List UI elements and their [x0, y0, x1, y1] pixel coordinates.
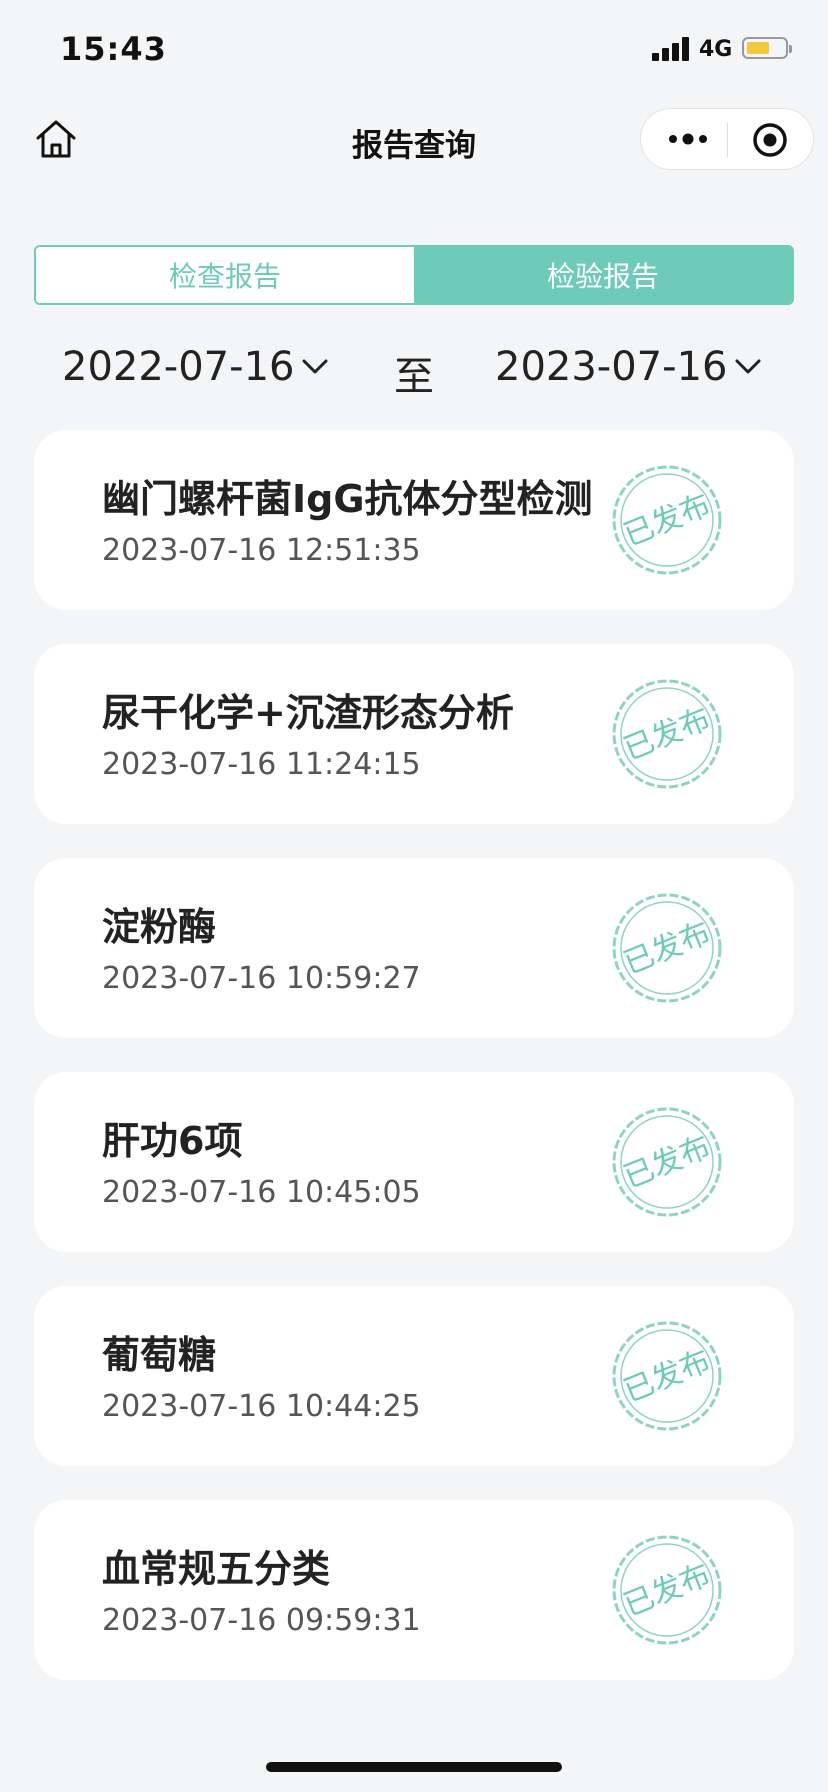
stamp-text: 已发布	[619, 701, 716, 767]
start-date-value: 2022-07-16	[62, 344, 295, 390]
report-time: 2023-07-16 12:51:35	[102, 533, 421, 568]
end-date-picker[interactable]: 2023-07-16	[495, 344, 763, 390]
chevron-down-icon	[735, 359, 761, 374]
end-date-value: 2023-07-16	[495, 344, 728, 390]
status-time: 15:43	[60, 30, 167, 68]
report-card[interactable]: 葡萄糖 2023-07-16 10:44:25 已发布	[34, 1286, 794, 1466]
chevron-down-icon	[302, 359, 328, 374]
stamp-text: 已发布	[619, 1129, 716, 1195]
report-time: 2023-07-16 10:59:27	[102, 961, 421, 996]
stamp-text: 已发布	[619, 1343, 716, 1409]
report-type-tabs: 检查报告 检验报告	[34, 245, 794, 305]
mini-program-capsule	[640, 108, 814, 170]
report-time: 2023-07-16 10:44:25	[102, 1389, 421, 1424]
date-range-filter: 2022-07-16 至 2023-07-16	[0, 340, 828, 400]
tab-examination-report[interactable]: 检查报告	[36, 247, 414, 303]
report-title: 葡萄糖	[102, 1333, 217, 1377]
stamp-text: 已发布	[619, 487, 716, 553]
report-title: 肝功6项	[102, 1119, 243, 1163]
stamp-text: 已发布	[619, 1557, 716, 1623]
target-icon	[753, 123, 787, 157]
published-stamp-icon: 已发布	[612, 679, 722, 789]
status-bar: 15:43 4G	[0, 0, 828, 100]
capsule-divider	[727, 123, 728, 157]
report-title: 淀粉酶	[102, 905, 217, 949]
start-date-picker[interactable]: 2022-07-16	[62, 344, 330, 390]
report-time: 2023-07-16 10:45:05	[102, 1175, 421, 1210]
signal-icon	[652, 37, 692, 61]
more-dots-icon	[669, 133, 707, 145]
date-separator: 至	[394, 354, 434, 400]
report-card[interactable]: 尿干化学+沉渣形态分析 2023-07-16 11:24:15 已发布	[34, 644, 794, 824]
close-button[interactable]	[751, 121, 789, 159]
report-time: 2023-07-16 11:24:15	[102, 747, 421, 782]
report-card[interactable]: 淀粉酶 2023-07-16 10:59:27 已发布	[34, 858, 794, 1038]
report-title: 血常规五分类	[102, 1547, 331, 1591]
report-card[interactable]: 肝功6项 2023-07-16 10:45:05 已发布	[34, 1072, 794, 1252]
nav-bar: 报告查询	[0, 100, 828, 180]
report-title: 尿干化学+沉渣形态分析	[102, 691, 514, 735]
published-stamp-icon: 已发布	[612, 893, 722, 1003]
network-type: 4G	[699, 37, 733, 62]
more-button[interactable]	[665, 127, 711, 151]
published-stamp-icon: 已发布	[612, 465, 722, 575]
published-stamp-icon: 已发布	[612, 1321, 722, 1431]
report-card[interactable]: 幽门螺杆菌IgG抗体分型检测 2023-07-16 12:51:35 已发布	[34, 430, 794, 610]
report-time: 2023-07-16 09:59:31	[102, 1603, 421, 1638]
tab-lab-report[interactable]: 检验报告	[414, 247, 792, 303]
published-stamp-icon: 已发布	[612, 1535, 722, 1645]
report-card[interactable]: 血常规五分类 2023-07-16 09:59:31 已发布	[34, 1500, 794, 1680]
report-title: 幽门螺杆菌IgG抗体分型检测	[102, 477, 593, 521]
battery-icon	[742, 37, 792, 59]
published-stamp-icon: 已发布	[612, 1107, 722, 1217]
stamp-text: 已发布	[619, 915, 716, 981]
report-list: 幽门螺杆菌IgG抗体分型检测 2023-07-16 12:51:35 已发布 尿…	[34, 430, 794, 1714]
home-indicator	[266, 1762, 562, 1772]
